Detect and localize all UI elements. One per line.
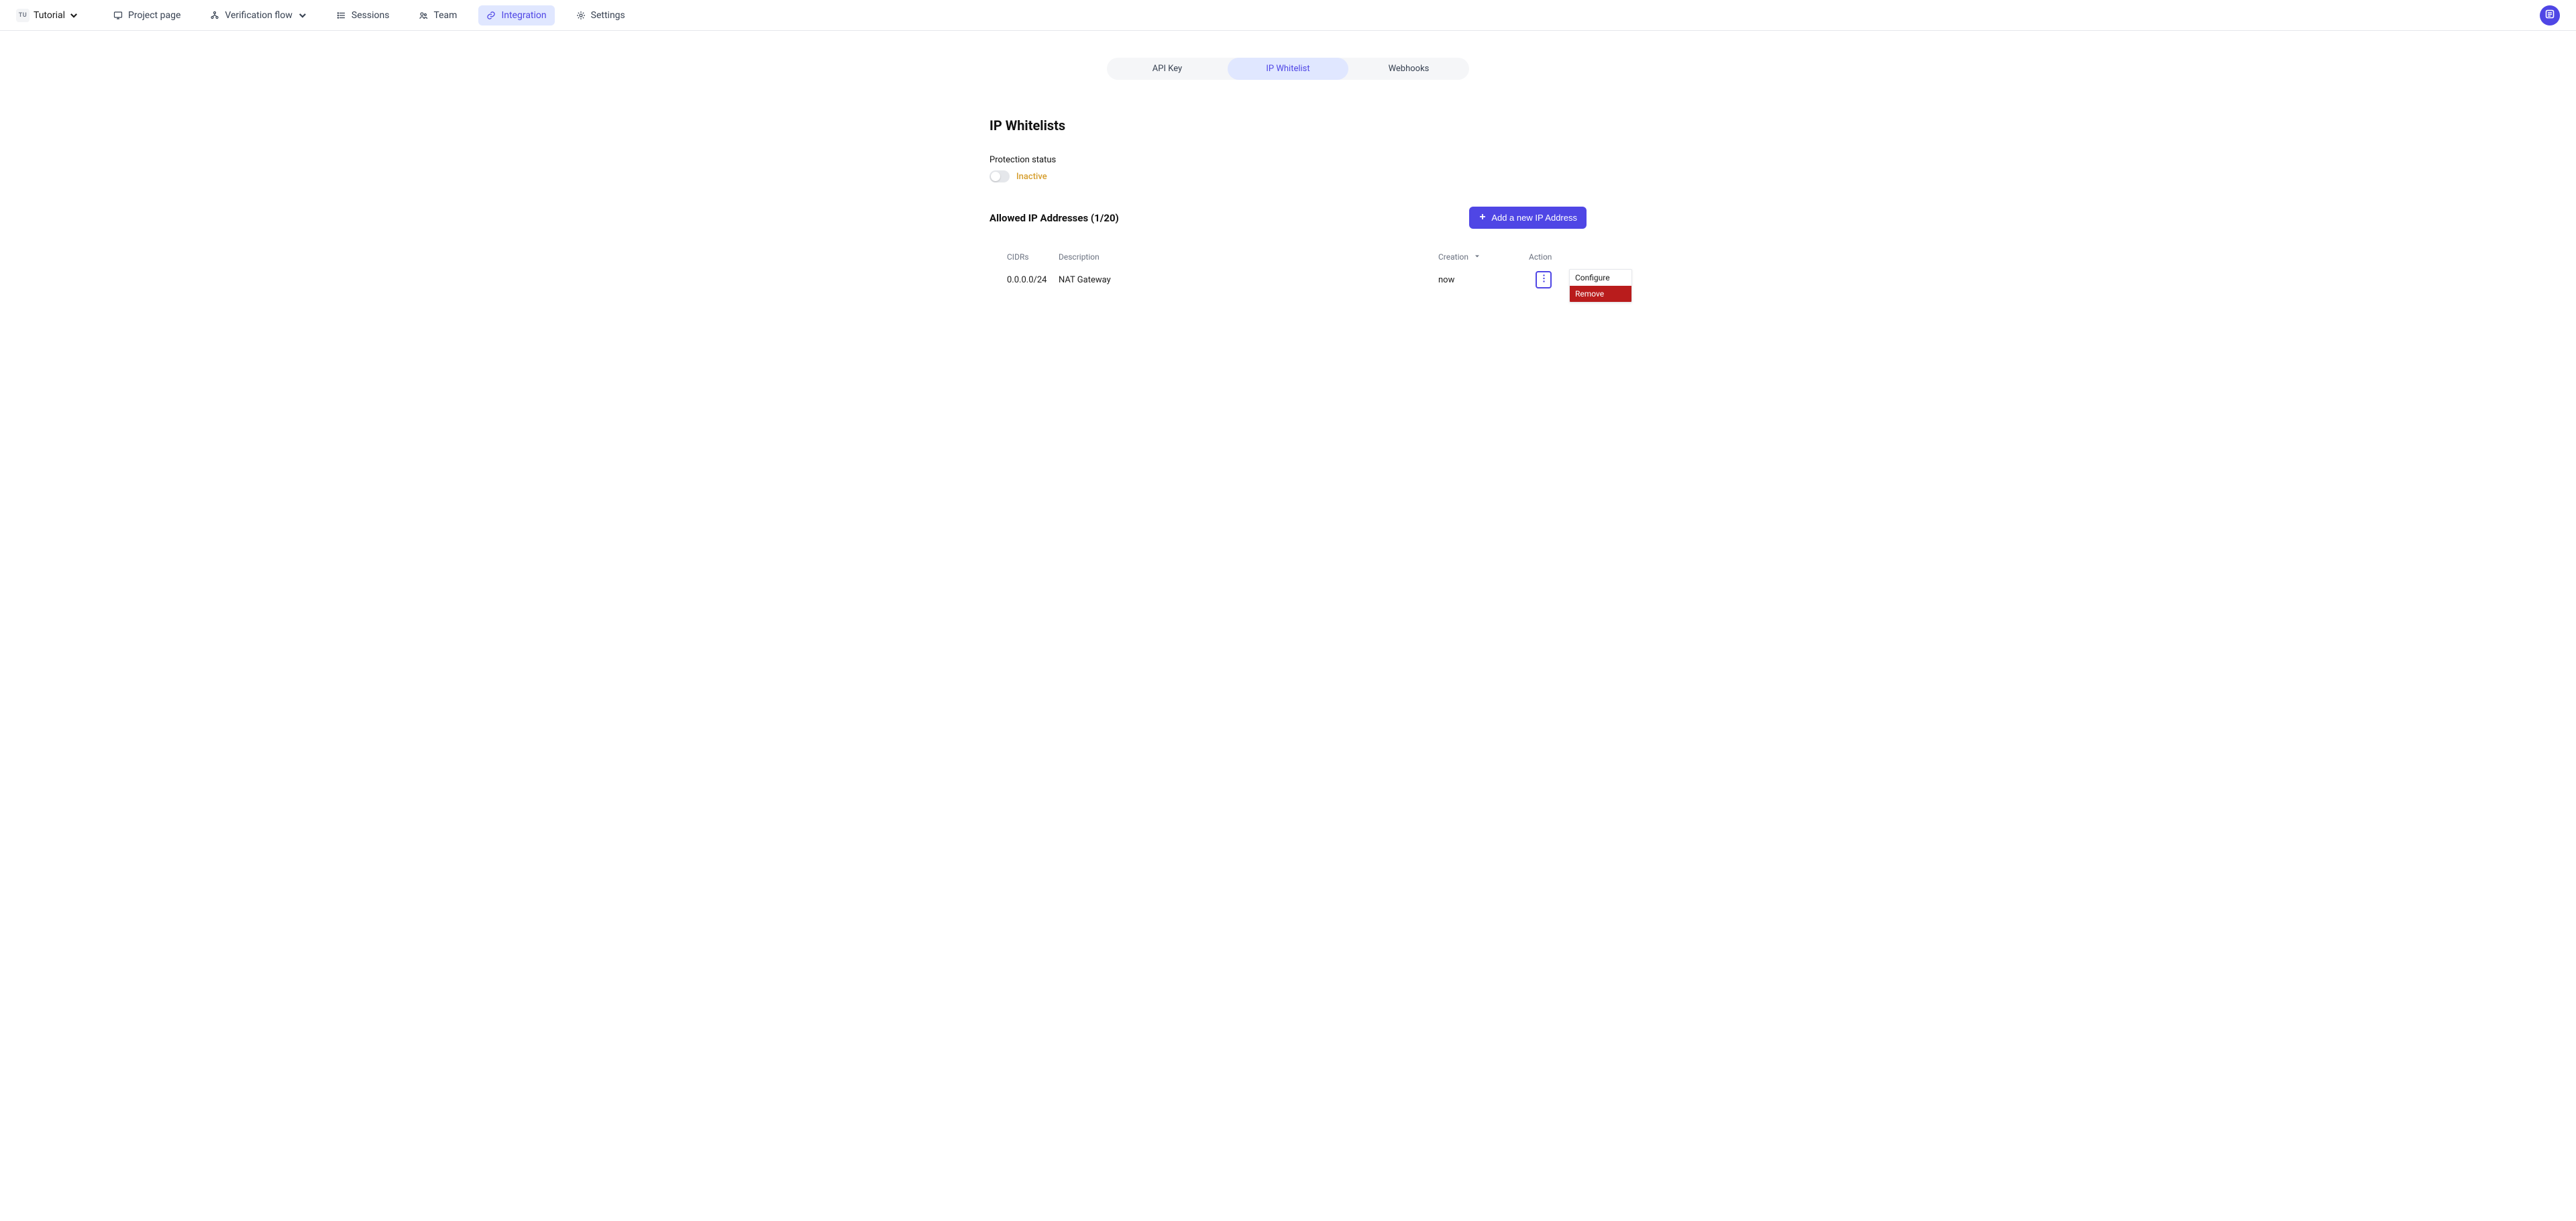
nav-label: Sessions (352, 10, 390, 21)
nav-label: Verification flow (225, 10, 292, 21)
nav-items: Project page Verification flow Sessions (105, 5, 633, 25)
support-button[interactable] (2540, 5, 2560, 25)
ip-table: CIDRs Description Creation Action 0.0.0.… (989, 248, 1587, 293)
table-row: 0.0.0.0/24 NAT Gateway now Configure Rem… (989, 266, 1587, 293)
project-badge: TU (16, 9, 30, 22)
nav-label: Project page (128, 10, 180, 21)
flow-icon (210, 11, 219, 20)
main-panel: IP Whitelists Protection status Inactive… (989, 117, 1587, 293)
row-actions-button[interactable] (1536, 271, 1552, 288)
menu-remove[interactable]: Remove (1570, 286, 1631, 302)
cell-cidr: 0.0.0.0/24 (1007, 275, 1059, 285)
allowed-title: Allowed IP Addresses (1/20) (989, 212, 1119, 224)
menu-configure[interactable]: Configure (1570, 270, 1631, 286)
nav-label: Team (433, 10, 457, 21)
sort-desc-icon (1474, 252, 1481, 262)
chevron-down-icon (298, 11, 307, 20)
more-vertical-icon (1543, 274, 1545, 285)
topbar-left: TU Tutorial Project page Verification fl… (16, 5, 633, 25)
tab-ip-whitelist[interactable]: IP Whitelist (1228, 58, 1348, 80)
nav-label: Integration (501, 10, 546, 21)
protection-status-value: Inactive (1016, 172, 1047, 182)
nav-project-page[interactable]: Project page (105, 5, 189, 25)
nav-integration[interactable]: Integration (478, 5, 554, 25)
protection-status-label: Protection status (989, 155, 1587, 165)
add-ip-label: Add a new IP Address (1491, 213, 1577, 223)
row-actions-menu: Configure Remove (1569, 269, 1632, 303)
nav-verification-flow[interactable]: Verification flow (202, 5, 315, 25)
col-header-action: Action (1529, 252, 1569, 262)
nav-sessions[interactable]: Sessions (329, 5, 398, 25)
integration-tabs: API Key IP Whitelist Webhooks (1107, 58, 1469, 80)
support-icon (2544, 9, 2555, 22)
nav-label: Settings (591, 10, 625, 21)
plus-icon (1479, 213, 1487, 223)
monitor-icon (113, 11, 123, 20)
nav-settings[interactable]: Settings (568, 5, 633, 25)
tab-webhooks[interactable]: Webhooks (1348, 58, 1469, 80)
col-header-creation-label: Creation (1438, 252, 1468, 262)
list-icon (337, 11, 346, 20)
col-header-creation[interactable]: Creation (1438, 252, 1529, 262)
tab-api-key[interactable]: API Key (1107, 58, 1228, 80)
cell-creation: now (1438, 275, 1529, 285)
page-title: IP Whitelists (989, 117, 1587, 134)
add-ip-button[interactable]: Add a new IP Address (1469, 207, 1587, 229)
topbar: TU Tutorial Project page Verification fl… (0, 0, 2576, 31)
project-selector[interactable]: TU Tutorial (16, 9, 78, 22)
col-header-cidr: CIDRs (1007, 252, 1059, 262)
protection-status-row: Inactive (989, 170, 1587, 182)
cell-action (1529, 271, 1569, 288)
col-header-description: Description (1059, 252, 1438, 262)
nav-team[interactable]: Team (411, 5, 465, 25)
cell-description: NAT Gateway (1059, 275, 1438, 285)
chevron-down-icon (69, 11, 78, 20)
protection-toggle[interactable] (989, 170, 1010, 182)
project-name-label: Tutorial (34, 10, 65, 21)
team-icon (419, 11, 428, 20)
allowed-section-header: Allowed IP Addresses (1/20) Add a new IP… (989, 207, 1587, 229)
content: API Key IP Whitelist Webhooks IP Whiteli… (762, 31, 1814, 320)
link-icon (486, 11, 496, 20)
gear-icon (576, 11, 586, 20)
table-header: CIDRs Description Creation Action (989, 248, 1587, 266)
